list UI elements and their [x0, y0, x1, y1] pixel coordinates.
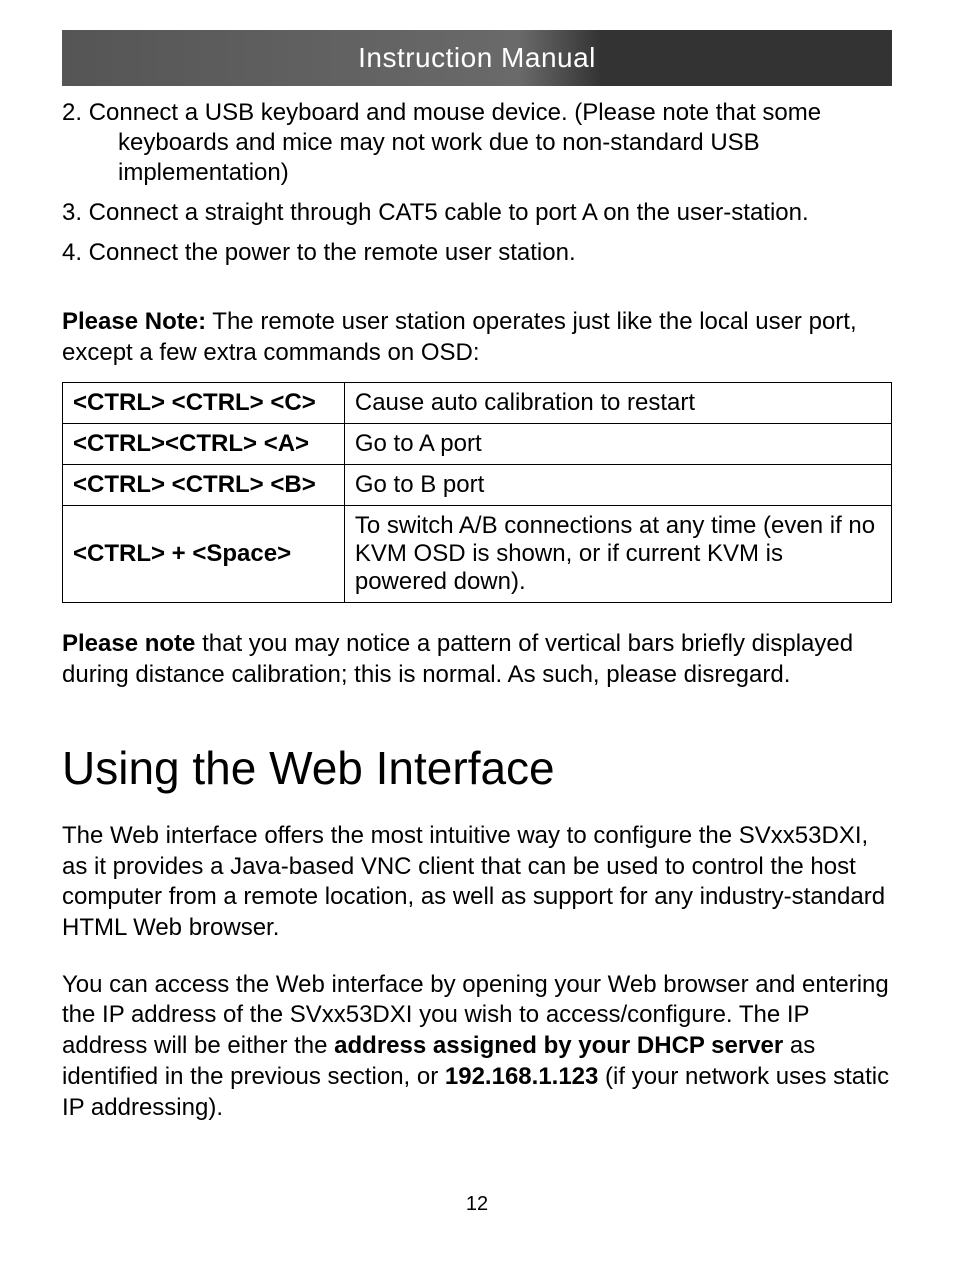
- desc-cell: To switch A/B connections at any time (e…: [344, 506, 891, 603]
- step-3: 3. Connect a straight through CAT5 cable…: [62, 198, 892, 228]
- table-row: <CTRL><CTRL> <A> Go to A port: [63, 424, 892, 465]
- desc-cell: Cause auto calibration to restart: [344, 383, 891, 424]
- table-row: <CTRL> + <Space> To switch A/B connectio…: [63, 506, 892, 603]
- page-number: 12: [62, 1193, 892, 1216]
- desc-cell: Go to B port: [344, 465, 891, 506]
- table-row: <CTRL> <CTRL> <B> Go to B port: [63, 465, 892, 506]
- step-2-text-1: Connect a USB keyboard and mouse device.…: [89, 99, 821, 126]
- paragraph-2: You can access the Web interface by open…: [62, 970, 892, 1124]
- steps-list: 2. Connect a USB keyboard and mouse devi…: [62, 98, 892, 268]
- para2-bold2: 192.168.1.123: [445, 1063, 598, 1090]
- desc-cell: Go to A port: [344, 424, 891, 465]
- paragraph-1: The Web interface offers the most intuit…: [62, 821, 892, 944]
- cmd-cell: <CTRL> + <Space>: [63, 506, 345, 603]
- note-2: Please note that you may notice a patter…: [62, 629, 892, 690]
- note-1: Please Note: The remote user station ope…: [62, 306, 892, 368]
- note-2-label: Please note: [62, 630, 195, 657]
- step-2: 2. Connect a USB keyboard and mouse devi…: [62, 98, 892, 188]
- step-2-line1: 2. Connect a USB keyboard and mouse devi…: [62, 99, 821, 126]
- para2-bold1: address assigned by your DHCP server: [334, 1032, 783, 1059]
- header-banner: Instruction Manual: [62, 30, 892, 86]
- cmd-cell: <CTRL> <CTRL> <B>: [63, 465, 345, 506]
- table-row: <CTRL> <CTRL> <C> Cause auto calibration…: [63, 383, 892, 424]
- cmd-cell: <CTRL><CTRL> <A>: [63, 424, 345, 465]
- cmd-cell: <CTRL> <CTRL> <C>: [63, 383, 345, 424]
- page-content: 2. Connect a USB keyboard and mouse devi…: [0, 98, 954, 1216]
- step-2-line3: implementation): [90, 159, 289, 186]
- step-4: 4. Connect the power to the remote user …: [62, 238, 892, 268]
- step-2-line2: keyboards and mice may not work due to n…: [90, 129, 760, 156]
- section-heading: Using the Web Interface: [62, 741, 892, 795]
- commands-table: <CTRL> <CTRL> <C> Cause auto calibration…: [62, 382, 892, 603]
- step-2-num: 2.: [62, 99, 89, 126]
- note-1-label: Please Note:: [62, 308, 206, 335]
